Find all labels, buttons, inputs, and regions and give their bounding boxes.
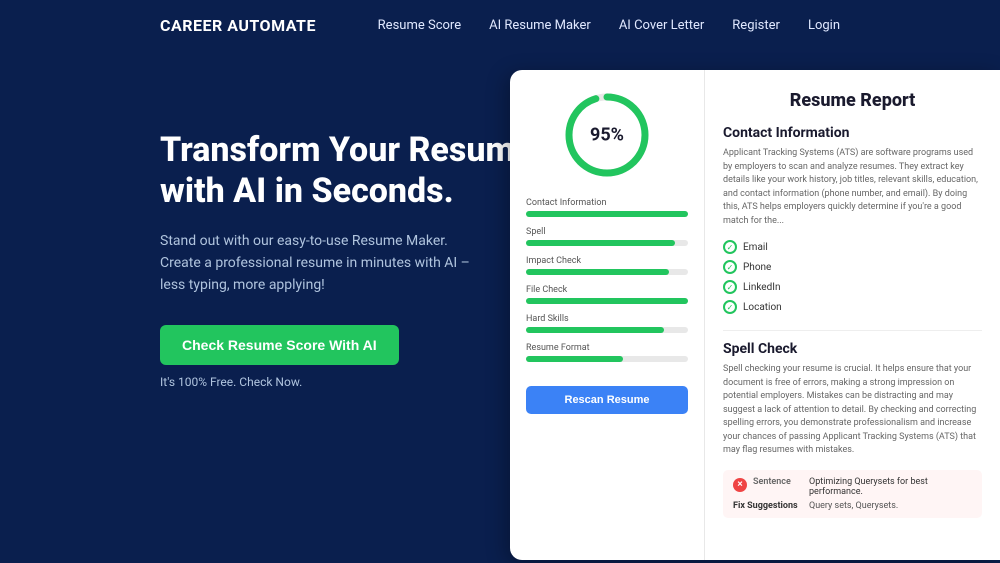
nav-resume-score[interactable]: Resume Score [378, 18, 461, 33]
bar-hardskills: Hard Skills [526, 314, 688, 333]
score-percentage: 95% [590, 125, 624, 146]
spell-heading: Spell Check [723, 341, 982, 357]
contact-section: Contact Information Applicant Tracking S… [723, 125, 982, 314]
nav-register[interactable]: Register [732, 18, 780, 33]
score-circle: 95% [562, 90, 652, 180]
check-icon-linkedin [723, 280, 737, 294]
contact-desc: Applicant Tracking Systems (ATS) are sof… [723, 147, 982, 228]
bar-impact: Impact Check [526, 256, 688, 275]
bar-label-hardskills: Hard Skills [526, 314, 688, 324]
bar-file: File Check [526, 285, 688, 304]
nav-login[interactable]: Login [808, 18, 840, 33]
card-left-panel: 95% Contact Information Spell Impact Che… [510, 70, 705, 560]
bar-label-format: Resume Format [526, 343, 688, 353]
spell-desc: Spell checking your resume is crucial. I… [723, 363, 982, 458]
contact-label-phone: Phone [743, 262, 771, 273]
bar-label-impact: Impact Check [526, 256, 688, 266]
hero-section: Transform Your Resume with AI in Seconds… [0, 50, 1000, 563]
nav-ai-cover-letter[interactable]: AI Cover Letter [619, 18, 704, 33]
bar-label-spell: Spell [526, 227, 688, 237]
fix-label: Fix Suggestions [733, 501, 803, 511]
contact-item-email: Email [723, 240, 982, 254]
fix-value: Query sets, Querysets. [809, 501, 898, 511]
check-icon-location [723, 300, 737, 314]
navbar: CAREER AUTOMATE Resume Score AI Resume M… [0, 0, 1000, 50]
report-title: Resume Report [723, 90, 982, 111]
contact-item-location: Location [723, 300, 982, 314]
contact-label-email: Email [743, 242, 768, 253]
contact-item-phone: Phone [723, 260, 982, 274]
error-icon [733, 478, 747, 492]
bar-format: Resume Format [526, 343, 688, 362]
check-icon-email [723, 240, 737, 254]
nav-ai-resume-maker[interactable]: AI Resume Maker [489, 18, 591, 33]
hero-subtitle: Stand out with our easy-to-use Resume Ma… [160, 230, 470, 297]
nav-links: Resume Score AI Resume Maker AI Cover Le… [378, 18, 840, 33]
cta-sub-text: It's 100% Free. Check Now. [160, 375, 540, 389]
hero-title: Transform Your Resume with AI in Seconds… [160, 130, 540, 212]
bar-label-file: File Check [526, 285, 688, 295]
spell-section: Spell Check Spell checking your resume i… [723, 330, 982, 518]
contact-item-linkedin: LinkedIn [723, 280, 982, 294]
contact-list: Email Phone LinkedIn Location [723, 240, 982, 314]
contact-label-location: Location [743, 302, 782, 313]
card-right-panel: Resume Report Contact Information Applic… [705, 70, 1000, 560]
bar-label-contact: Contact Information [526, 198, 688, 208]
resume-card: 95% Contact Information Spell Impact Che… [510, 70, 1000, 560]
spell-sentence-label: Sentence [753, 477, 803, 487]
contact-label-linkedin: LinkedIn [743, 282, 781, 293]
spell-issue: Sentence Optimizing Querysets for best p… [723, 470, 982, 518]
contact-heading: Contact Information [723, 125, 982, 141]
brand-logo[interactable]: CAREER AUTOMATE [160, 16, 316, 35]
spell-sentence-row: Sentence Optimizing Querysets for best p… [733, 477, 972, 497]
score-bars: Contact Information Spell Impact Check F… [526, 198, 688, 372]
spell-sentence-value: Optimizing Querysets for best performanc… [809, 477, 972, 497]
fix-row: Fix Suggestions Query sets, Querysets. [733, 501, 972, 511]
hero-left: Transform Your Resume with AI in Seconds… [160, 110, 540, 389]
bar-spell: Spell [526, 227, 688, 246]
cta-button[interactable]: Check Resume Score With AI [160, 325, 399, 365]
check-icon-phone [723, 260, 737, 274]
rescan-button[interactable]: Rescan Resume [526, 386, 688, 414]
bar-contact: Contact Information [526, 198, 688, 217]
